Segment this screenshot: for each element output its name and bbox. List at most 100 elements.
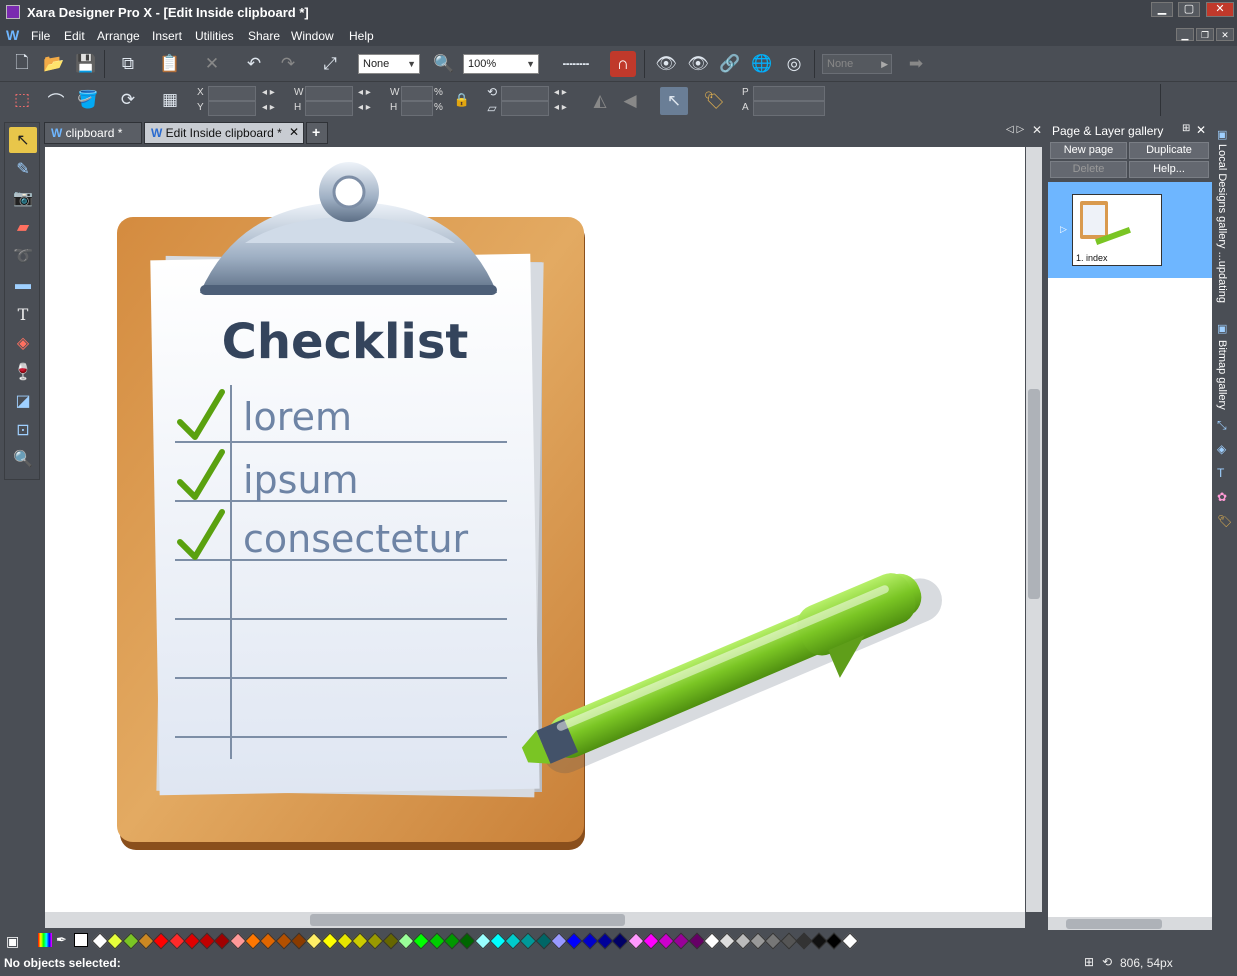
skew-field[interactable] [501, 101, 549, 116]
lock-aspect-icon[interactable]: 🔒 [452, 90, 472, 110]
rectangle-tool-icon[interactable]: ▬ [9, 272, 37, 298]
gallery-close-icon[interactable]: ✕ [1196, 123, 1206, 137]
grid-icon[interactable]: ▦ [156, 86, 184, 114]
menu-window[interactable]: Window [291, 29, 334, 43]
save-icon[interactable]: 💾 [72, 50, 100, 78]
maximize-button[interactable]: ▢ [1178, 2, 1200, 17]
undo-icon[interactable]: ↶ [240, 50, 268, 78]
transparency-tool-icon[interactable]: 🍷 [9, 359, 37, 385]
vertical-scroll-thumb[interactable] [1028, 389, 1040, 599]
doc-minimize-button[interactable]: ▁ [1176, 28, 1194, 41]
flip-vertical-icon[interactable]: ◀ [616, 87, 644, 115]
new-document-icon[interactable]: 🗋 [8, 50, 36, 78]
name-gallery-icon[interactable]: 🏷 [1217, 514, 1232, 528]
transform-icon[interactable]: ⤢ [316, 50, 344, 78]
menu-insert[interactable]: Insert [152, 29, 182, 43]
tab-clipboard[interactable]: W clipboard * [44, 122, 142, 144]
freehand-tool-icon[interactable]: ✎ [9, 156, 37, 182]
color-gallery-icon[interactable]: ✿ [1217, 490, 1227, 504]
snap-status-icon[interactable]: ⊞ [1084, 955, 1094, 969]
minimize-button[interactable]: ▁ [1151, 2, 1173, 17]
preview-page-icon[interactable]: 👁 [652, 50, 680, 78]
text-tool-icon[interactable]: T [9, 301, 37, 327]
expand-arrow-icon[interactable]: ▷ [1060, 224, 1067, 235]
zoom-tool-icon[interactable]: 🔍 [9, 446, 37, 472]
close-button[interactable]: ✕ [1206, 2, 1234, 17]
redo-icon[interactable]: ↷ [274, 50, 302, 78]
rotate-handles-icon[interactable]: ⟳ [114, 86, 142, 114]
fill-bucket-icon[interactable]: 🪣 [74, 86, 102, 114]
no-color-icon[interactable]: ▣ [6, 933, 19, 950]
folder-icon[interactable]: ▣ [1217, 128, 1227, 141]
selection-bounds-icon[interactable]: ⬚ [8, 86, 36, 114]
photo-tool-icon[interactable]: 📷 [9, 185, 37, 211]
link-icon[interactable]: 🔗 [716, 50, 744, 78]
page-select[interactable]: None ▶ [822, 54, 892, 74]
contour-tool-icon[interactable]: ➰ [9, 243, 37, 269]
w-field[interactable] [305, 86, 353, 101]
bitmap-gallery-tab[interactable]: Bitmap gallery [1216, 340, 1228, 410]
menu-file[interactable]: File [31, 29, 50, 43]
snap-magnet-icon[interactable]: ∩ [610, 51, 636, 77]
eyedropper-icon[interactable]: ✒ [56, 932, 67, 948]
doc-restore-button[interactable]: ❐ [1196, 28, 1214, 41]
shadow-tool-icon[interactable]: ◪ [9, 388, 37, 414]
y-field[interactable] [208, 101, 256, 116]
pin-icon[interactable]: ⊞ [1182, 123, 1190, 134]
help-button[interactable]: Help... [1129, 161, 1209, 178]
fill-tool-icon[interactable]: ◈ [9, 330, 37, 356]
horizontal-scroll-thumb[interactable] [310, 914, 625, 926]
selector-tool-icon[interactable]: ↖ [9, 127, 37, 153]
p-field[interactable] [753, 86, 825, 101]
flip-horizontal-icon[interactable]: ◭ [586, 87, 614, 115]
menu-help[interactable]: Help [349, 29, 374, 43]
paste-icon[interactable]: 📋 [156, 50, 184, 78]
quality-select[interactable]: None ▼ [358, 54, 420, 74]
w-percent-field[interactable] [401, 86, 433, 101]
line-gallery-icon[interactable]: ⤡ [1217, 418, 1227, 433]
eraser-tool-icon[interactable]: ▰ [9, 214, 37, 240]
bitmap-icon[interactable]: ▣ [1217, 322, 1227, 335]
mould-tool-icon[interactable]: ⊡ [9, 417, 37, 443]
ruler-icon[interactable]: ╍╍╍╍ [556, 50, 596, 78]
close-document-icon[interactable]: ✕ [1032, 123, 1042, 137]
broadcast-icon[interactable]: ◎ [780, 50, 808, 78]
rotate-status-icon[interactable]: ⟲ [1102, 955, 1112, 969]
a-field[interactable] [753, 101, 825, 116]
color-picker-icon[interactable] [38, 933, 52, 947]
select-inside-icon[interactable]: ↖ [660, 87, 688, 115]
shape-edit-icon[interactable]: ⌒ [42, 86, 70, 114]
duplicate-button[interactable]: Duplicate [1129, 142, 1209, 159]
menu-edit[interactable]: Edit [64, 29, 85, 43]
open-folder-icon[interactable]: 📂 [40, 50, 68, 78]
gallery-hscrollbar[interactable] [1048, 917, 1212, 931]
tag-icon[interactable]: 🏷 [700, 87, 728, 115]
vertical-scrollbar[interactable] [1026, 147, 1042, 912]
h-field[interactable] [305, 101, 353, 116]
tab-scroll-arrows[interactable]: ◁ ▷ [1006, 124, 1024, 135]
delete-button[interactable]: Delete [1050, 161, 1127, 178]
new-page-button[interactable]: New page [1050, 142, 1127, 159]
font-gallery-icon[interactable]: T [1217, 466, 1224, 480]
fill-gallery-icon[interactable]: ◈ [1217, 442, 1226, 456]
delete-icon[interactable]: ✕ [198, 50, 226, 78]
menu-utilities[interactable]: Utilities [195, 29, 234, 43]
horizontal-scrollbar[interactable] [45, 912, 1025, 928]
doc-close-button[interactable]: ✕ [1216, 28, 1234, 41]
go-arrow-icon[interactable]: ➡ [902, 50, 930, 78]
zoom-select[interactable]: 100% ▼ [463, 54, 539, 74]
h-percent-field[interactable] [401, 101, 433, 116]
transparent-swatch[interactable] [74, 933, 88, 947]
publish-icon[interactable]: 🌐 [748, 50, 776, 78]
zoom-tool-icon[interactable]: 🔍 [430, 50, 458, 78]
copy-icon[interactable]: ⧉ [114, 50, 142, 78]
tab-edit-inside-clipboard[interactable]: W Edit Inside clipboard * ✕ [144, 122, 304, 144]
local-designs-gallery-tab[interactable]: Local Designs gallery ...updating [1216, 144, 1228, 303]
menu-arrange[interactable]: Arrange [97, 29, 140, 43]
drawing-canvas[interactable]: Checklist lorem ipsum consectetur [45, 147, 1025, 912]
close-tab-icon[interactable]: ✕ [289, 125, 299, 139]
menu-share[interactable]: Share [248, 29, 280, 43]
x-field[interactable] [208, 86, 256, 101]
page-entry[interactable]: ▷ 1. index [1048, 182, 1212, 278]
new-tab-button[interactable]: + [306, 122, 328, 144]
